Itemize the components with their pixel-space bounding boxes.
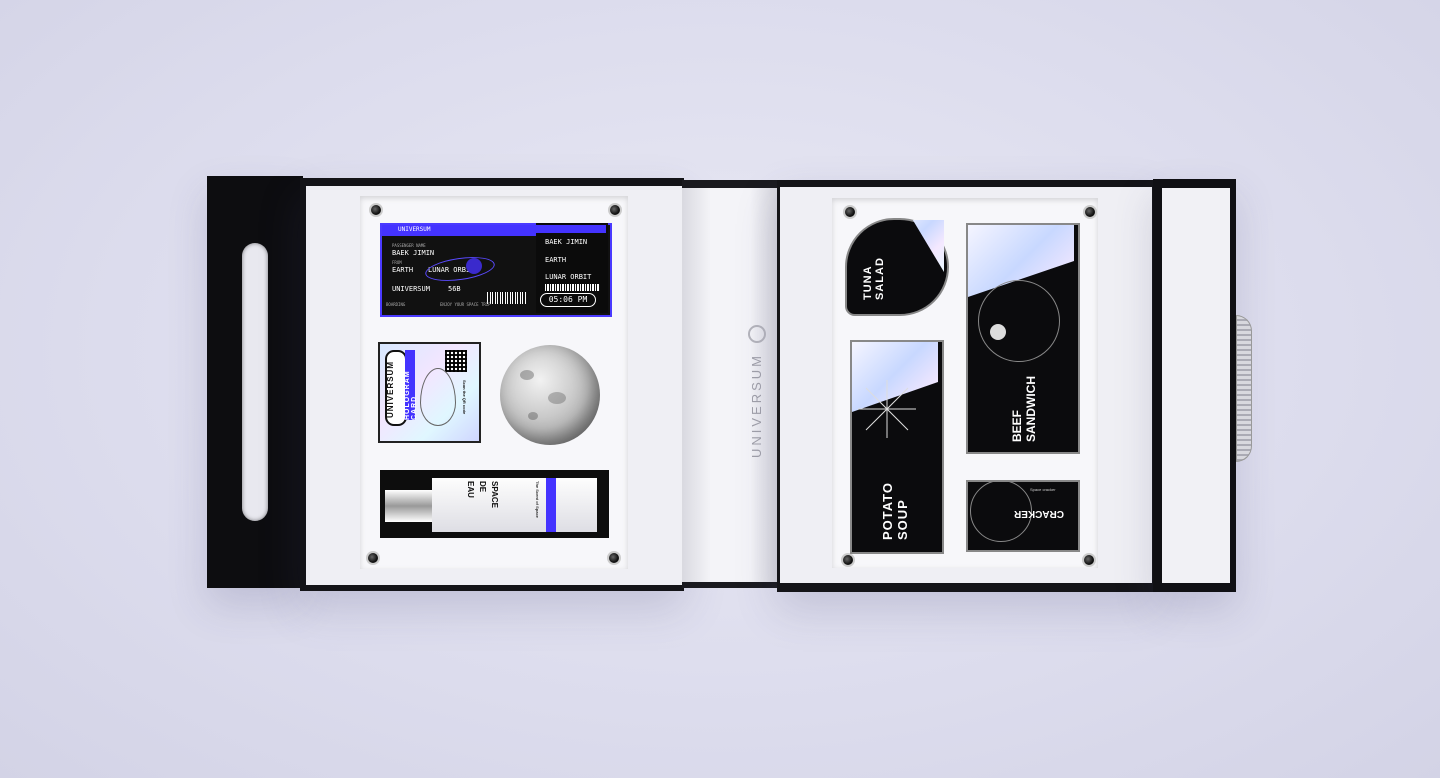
ticket-from-label: FROM bbox=[392, 260, 402, 265]
box-spine bbox=[682, 180, 779, 588]
moon-crater bbox=[548, 392, 566, 404]
ticket-passenger-label: PASSENGER NAME bbox=[392, 243, 426, 248]
moon-crater bbox=[528, 412, 538, 420]
spine-brand: UNIVERSUM bbox=[749, 352, 764, 458]
tuna-label: TUNA SALAD bbox=[862, 257, 886, 300]
bottle-stripe bbox=[546, 478, 556, 532]
orbit-ring bbox=[978, 280, 1060, 362]
planet-icon bbox=[466, 258, 482, 274]
card-brand: UNIVERSUM bbox=[386, 360, 395, 418]
ticket-passenger: BAEK JIMIN bbox=[392, 249, 435, 257]
screw-icon bbox=[369, 203, 383, 217]
ticket-footer-left: BOARDING bbox=[386, 302, 406, 307]
box-handle[interactable] bbox=[1236, 315, 1252, 462]
barcode bbox=[487, 292, 527, 304]
screw-icon bbox=[607, 551, 621, 565]
stub-header-bar bbox=[536, 225, 606, 233]
flap-handle-slot[interactable] bbox=[242, 243, 268, 521]
screw-icon bbox=[366, 551, 380, 565]
bottle-tagline: The Scent of Space bbox=[535, 481, 540, 518]
perfume-bottle[interactable] bbox=[432, 478, 597, 532]
cracker-label: CRACKER bbox=[1014, 508, 1064, 519]
cracker-sub: Space cracker bbox=[1030, 487, 1056, 492]
planet-icon bbox=[990, 324, 1006, 340]
stub-passenger: BAEK JIMIN bbox=[545, 238, 588, 246]
bottle-name-3: SPACE bbox=[490, 481, 499, 508]
stub-from: EARTH bbox=[545, 256, 567, 264]
bottle-name-2: DE bbox=[478, 481, 487, 493]
card-qr-hint: Scan the QR code bbox=[462, 380, 467, 415]
bottle-cap bbox=[385, 490, 433, 522]
bottle-name-1: EAU bbox=[466, 481, 475, 498]
starburst-illustration bbox=[858, 380, 916, 438]
qr-code bbox=[445, 350, 467, 372]
moon-crater bbox=[520, 370, 534, 380]
stub-barcode bbox=[545, 284, 600, 291]
stub-to: LUNAR ORBIT bbox=[545, 273, 592, 281]
ticket-seat: 56B bbox=[448, 285, 461, 293]
ticket-time: 05:06 PM bbox=[540, 293, 596, 307]
potato-label: POTATO SOUP bbox=[880, 482, 910, 540]
ticket-flight: UNIVERSUM bbox=[392, 285, 430, 293]
ticket-footer-right: ENJOY YOUR SPACE TRIP bbox=[440, 302, 491, 307]
brand-logo-icon bbox=[748, 325, 766, 343]
screw-icon bbox=[1082, 553, 1096, 567]
right-flap-inner bbox=[1162, 188, 1230, 583]
screw-icon bbox=[843, 205, 857, 219]
screw-icon bbox=[608, 203, 622, 217]
screw-icon bbox=[1083, 205, 1097, 219]
screw-icon bbox=[841, 553, 855, 567]
ticket-brand: UNIVERSUM bbox=[398, 226, 431, 233]
card-title: HOLOGRAM CARD bbox=[404, 370, 418, 420]
ticket-from: EARTH bbox=[392, 266, 414, 274]
beef-label: BEEF SANDWICH bbox=[1010, 376, 1038, 442]
